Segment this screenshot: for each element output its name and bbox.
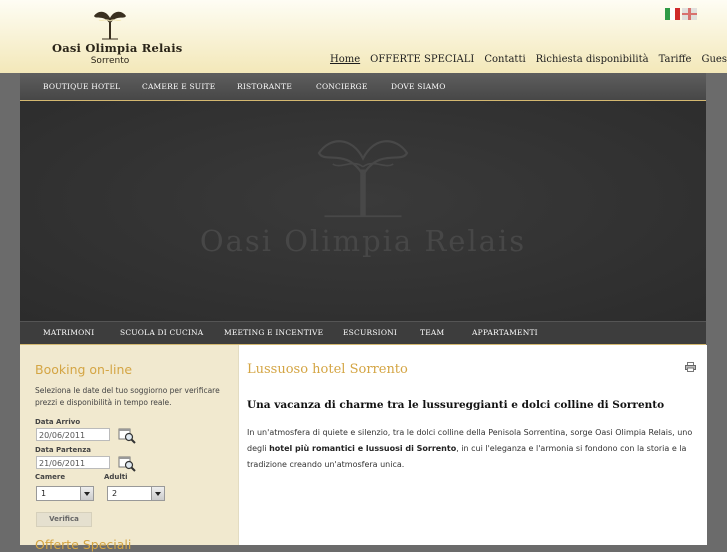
- top-nav-offerte-speciali[interactable]: OFFERTE SPECIALI: [370, 54, 474, 65]
- tree-watermark-icon: [317, 140, 409, 218]
- brand-name: Oasi Olimpia Relais: [52, 41, 183, 55]
- english-flag-icon[interactable]: [682, 8, 697, 20]
- menu-team[interactable]: TEAM: [420, 328, 444, 337]
- body-text-highlight: hotel più romantici e lussuosi di Sorren…: [269, 444, 457, 453]
- logo[interactable]: Oasi Olimpia Relais Sorrento: [52, 8, 183, 66]
- page-subtitle: Una vacanza di charme tra le lussureggia…: [247, 399, 665, 411]
- menu-appartamenti[interactable]: APPARTAMENTI: [472, 328, 538, 337]
- brand-city: Sorrento: [90, 56, 130, 66]
- main-content: Lussuoso hotel Sorrento Una vacanza di c…: [238, 345, 707, 545]
- adults-select[interactable]: 2: [107, 486, 165, 501]
- rooms-select[interactable]: 1: [36, 486, 94, 501]
- booking-sidebar: Booking on-line Seleziona le date del tu…: [20, 345, 238, 552]
- tree-logo-icon: [94, 11, 126, 40]
- language-selector: [665, 8, 699, 27]
- arrival-label: Data Arrivo: [35, 418, 81, 426]
- menu-concierge[interactable]: CONCIERGE: [316, 82, 368, 91]
- menu-boutique-hotel[interactable]: BOUTIQUE HOTEL: [43, 82, 120, 91]
- top-nav-richiesta[interactable]: Richiesta disponibilità: [536, 54, 649, 65]
- rooms-label: Camere: [35, 473, 66, 481]
- top-nav-guestbook[interactable]: Guestbook: [701, 54, 727, 65]
- booking-title: Booking on-line: [35, 362, 133, 377]
- main-menu: BOUTIQUE HOTEL CAMERE E SUITE RISTORANTE…: [20, 73, 706, 101]
- page-title: Lussuoso hotel Sorrento: [247, 362, 408, 377]
- menu-matrimoni[interactable]: MATRIMONI: [43, 328, 94, 337]
- verify-button[interactable]: Verifica: [36, 512, 92, 527]
- departure-date-input[interactable]: 21/06/2011: [36, 456, 110, 469]
- arrival-date-input[interactable]: 20/06/2011: [36, 428, 110, 441]
- menu-meeting-incentive[interactable]: MEETING E INCENTIVE: [224, 328, 323, 337]
- menu-ristorante[interactable]: RISTORANTE: [237, 82, 292, 91]
- adults-select-value: 2: [112, 489, 118, 498]
- calendar-search-icon[interactable]: [118, 455, 136, 472]
- hero-banner: Oasi Olimpia Relais: [20, 101, 706, 321]
- menu-scuola-di-cucina[interactable]: SCUOLA DI CUCINA: [120, 328, 203, 337]
- secondary-menu: MATRIMONI SCUOLA DI CUCINA MEETING E INC…: [20, 321, 706, 345]
- menu-dove-siamo[interactable]: DOVE SIAMO: [391, 82, 446, 91]
- top-nav: Home OFFERTE SPECIALI Contatti Richiesta di…: [330, 54, 727, 65]
- hero-watermark-text: Oasi Olimpia Relais: [199, 224, 527, 258]
- chevron-down-icon: [151, 487, 164, 500]
- adults-label: Adulti: [104, 473, 128, 481]
- page-body: In un'atmosfera di quiete e silenzio, tr…: [247, 425, 702, 473]
- chevron-down-icon: [80, 487, 93, 500]
- menu-escursioni[interactable]: ESCURSIONI: [343, 328, 397, 337]
- top-nav-contatti[interactable]: Contatti: [484, 54, 525, 65]
- print-icon[interactable]: [685, 362, 696, 372]
- italian-flag-icon[interactable]: [665, 8, 680, 20]
- top-nav-home[interactable]: Home: [330, 54, 360, 65]
- main-wrapper: BOUTIQUE HOTEL CAMERE E SUITE RISTORANTE…: [20, 73, 707, 552]
- calendar-search-icon[interactable]: [118, 427, 136, 444]
- booking-description: Seleziona le date del tuo soggiorno per …: [35, 386, 220, 407]
- hero-watermark: Oasi Olimpia Relais: [20, 101, 706, 321]
- rooms-select-value: 1: [41, 489, 47, 498]
- menu-camere-suite[interactable]: CAMERE E SUITE: [142, 82, 215, 91]
- site-header: Oasi Olimpia Relais Sorrento Home OFFERTE…: [0, 0, 727, 73]
- departure-label: Data Partenza: [35, 446, 92, 454]
- top-nav-tariffe[interactable]: Tariffe: [659, 54, 692, 65]
